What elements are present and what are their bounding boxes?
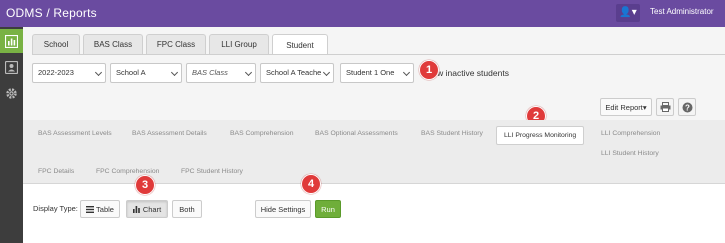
caret-down-icon: ▾ [642, 102, 647, 112]
chevron-down-icon [170, 68, 179, 77]
display-chart-label: Chart [142, 204, 162, 214]
edit-report-label: Edit Report [605, 102, 643, 112]
tab-fpc-class[interactable]: FPC Class [146, 34, 206, 54]
school-select[interactable]: School A [110, 63, 182, 83]
tab-bas-class[interactable]: BAS Class [83, 34, 143, 54]
bar-chart-icon [132, 205, 140, 213]
tab-school[interactable]: School [32, 34, 80, 54]
app-brand[interactable]: ODMS / Reports [6, 6, 97, 20]
report-tab-bas-student-history[interactable]: BAS Student History [421, 130, 483, 137]
chevron-down-icon [402, 68, 411, 77]
print-icon [660, 102, 670, 112]
display-both-button[interactable]: Both [172, 200, 202, 218]
report-tab-bas-comprehension[interactable]: BAS Comprehension [230, 130, 293, 137]
user-name[interactable]: Test Administrator [650, 7, 714, 16]
tab-divider [32, 54, 725, 55]
tab-lli-group[interactable]: LLI Group [209, 34, 269, 54]
run-button[interactable]: Run [315, 200, 341, 218]
print-button[interactable] [656, 98, 674, 116]
report-tab-bas-optional-assessments[interactable]: BAS Optional Assessments [315, 130, 398, 137]
report-tab-fpc-comprehension[interactable]: FPC Comprehension [96, 168, 159, 175]
callout-badge-4: 4 [301, 174, 321, 194]
callout-badge-1: 1 [419, 60, 439, 80]
report-tab-bas-assessment-levels[interactable]: BAS Assessment Levels [38, 130, 112, 137]
table-icon [86, 205, 95, 213]
report-tab-fpc-details[interactable]: FPC Details [38, 168, 74, 175]
help-button[interactable]: ? [678, 98, 696, 116]
tab-student[interactable]: Student [272, 34, 328, 55]
student-select[interactable]: Student 1 One [340, 63, 414, 83]
school-select-value: School A [116, 68, 146, 77]
student-select-value: Student 1 One [346, 68, 395, 77]
hide-settings-button[interactable]: Hide Settings [255, 200, 311, 218]
user-icon: 👤▾ [619, 7, 637, 18]
sidebar-item-settings[interactable] [0, 81, 23, 105]
class-select[interactable]: BAS Class [186, 63, 256, 83]
callout-badge-3: 3 [135, 175, 155, 195]
year-select[interactable]: 2022-2023 [32, 63, 106, 83]
chevron-down-icon [322, 68, 331, 77]
report-level-tabs: School BAS Class FPC Class LLI Group Stu… [32, 34, 331, 55]
display-type-label: Display Type: [33, 204, 78, 213]
report-tab-fpc-student-history[interactable]: FPC Student History [181, 168, 243, 175]
main-content: School BAS Class FPC Class LLI Group Stu… [23, 27, 725, 243]
report-tab-lli-student-history[interactable]: LLI Student History [601, 150, 659, 157]
contact-card-icon [5, 60, 18, 74]
display-chart-button[interactable]: Chart [126, 200, 168, 218]
user-menu-button[interactable]: 👤▾ [616, 4, 640, 22]
edit-report-button[interactable]: Edit Report ▾ [600, 98, 652, 116]
sidebar [0, 27, 23, 243]
display-table-button[interactable]: Table [80, 200, 120, 218]
year-select-value: 2022-2023 [38, 68, 74, 77]
report-tab-bas-assessment-details[interactable]: BAS Assessment Details [132, 130, 207, 137]
report-panel: BAS Assessment Levels BAS Assessment Det… [23, 120, 725, 243]
teacher-select-value: School A Teache [266, 68, 322, 77]
chevron-down-icon [94, 68, 103, 77]
chart-icon [5, 34, 18, 48]
chevron-down-icon [244, 68, 253, 77]
class-select-value: BAS Class [192, 68, 228, 77]
svg-text:?: ? [685, 103, 690, 112]
report-tab-lli-progress-monitoring[interactable]: LLI Progress Monitoring [496, 126, 585, 145]
report-type-tabs: BAS Assessment Levels BAS Assessment Det… [23, 120, 725, 184]
teacher-select[interactable]: School A Teache [260, 63, 334, 83]
help-icon: ? [682, 102, 692, 112]
sidebar-item-reports[interactable] [0, 29, 23, 53]
top-bar: ODMS / Reports 👤▾ Test Administrator [0, 0, 725, 27]
report-tab-lli-comprehension[interactable]: LLI Comprehension [601, 130, 660, 137]
sidebar-item-students[interactable] [0, 55, 23, 79]
gear-icon [6, 87, 17, 99]
display-table-label: Table [96, 204, 114, 214]
